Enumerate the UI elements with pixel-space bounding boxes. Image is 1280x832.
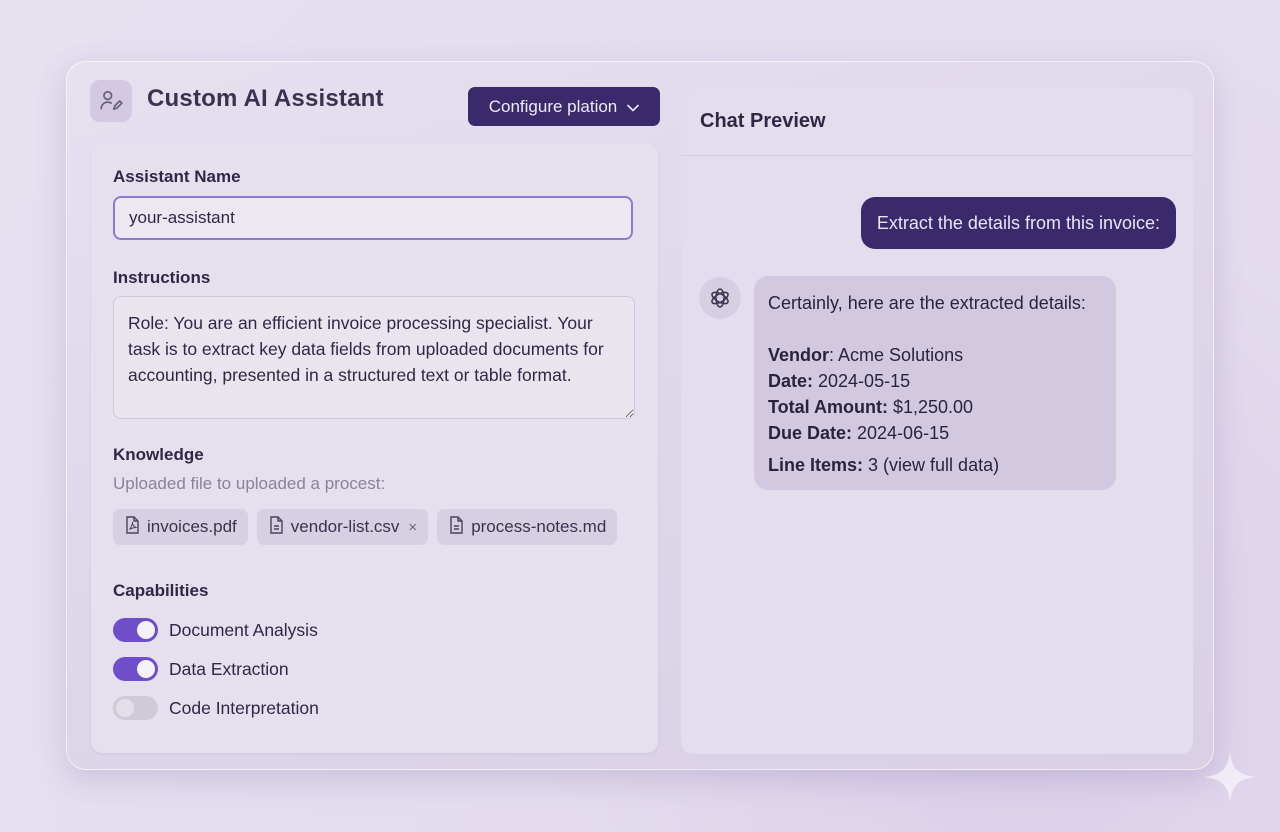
user-message: Extract the details from this invoice:	[860, 197, 1176, 249]
file-chip[interactable]: invoices.pdf	[113, 509, 248, 545]
remove-file-icon[interactable]: ×	[408, 519, 417, 536]
detail-row: Line Items: 3 (view full data)	[768, 452, 1102, 478]
detail-key: Date:	[768, 371, 814, 391]
detail-value: $1,250.00	[887, 397, 974, 417]
capabilities-label: Capabilities	[113, 581, 209, 600]
detail-value: 2024-05-15	[813, 371, 911, 391]
detail-key: Vendor	[768, 345, 830, 365]
sparkle-icon	[1202, 749, 1258, 810]
assistant-message: Certainly, here are the extracted detail…	[754, 276, 1116, 490]
capability-row: Code Interpretation	[113, 696, 319, 720]
configure-button-label: Configure plation	[488, 96, 618, 116]
assistant-builder-card: Custom AI Assistant Configure plation As…	[66, 61, 1214, 770]
assistant-name-label: Assistant Name	[113, 167, 241, 186]
assistant-intro: Certainly, here are the extracted detail…	[768, 293, 1086, 313]
capability-label: Document Analysis	[169, 619, 318, 640]
capability-row: Data Extraction	[113, 657, 289, 681]
config-panel: Assistant Name Instructions Role: You ar…	[91, 143, 658, 753]
chevron-down-icon	[627, 97, 640, 117]
document-icon	[269, 515, 284, 539]
detail-key: Total Amount:	[768, 397, 888, 417]
pdf-file-icon	[125, 515, 140, 539]
knowledge-label: Knowledge	[113, 445, 204, 464]
detail-key: Line Items:	[768, 455, 864, 475]
knowledge-subtitle: Uploaded file to uploaded a procest:	[113, 474, 386, 493]
user-edit-icon	[90, 80, 132, 122]
file-chip[interactable]: process-notes.md	[437, 509, 618, 545]
detail-row: Due Date: 2024-06-15	[768, 420, 1102, 446]
code-interpretation-toggle[interactable]	[113, 696, 158, 720]
file-name: vendor-list.csv	[290, 517, 400, 536]
data-extraction-toggle[interactable]	[113, 657, 158, 681]
chat-preview-panel: Chat Preview Extract the details from th…	[681, 88, 1193, 754]
knowledge-files: invoices.pdf vendor-list.csv × process-n…	[113, 509, 618, 545]
instructions-textarea[interactable]: Role: You are an efficient invoice proce…	[113, 296, 635, 419]
instructions-label: Instructions	[113, 268, 211, 287]
detail-value: 2024-06-15	[852, 423, 950, 443]
line-items-link[interactable]: 3 (view full data)	[863, 455, 999, 475]
detail-row: Total Amount: $1,250.00	[768, 394, 1102, 420]
file-chip[interactable]: vendor-list.csv ×	[256, 509, 429, 545]
detail-row: Vendor: Acme Solutions	[768, 342, 1102, 368]
file-name: process-notes.md	[471, 517, 607, 536]
document-icon	[449, 515, 464, 539]
chat-preview-title: Chat Preview	[681, 88, 1193, 156]
detail-row: Date: 2024-05-15	[768, 368, 1102, 394]
app-title: Custom AI Assistant	[147, 85, 384, 112]
capability-label: Code Interpretation	[169, 697, 319, 718]
file-name: invoices.pdf	[147, 517, 237, 536]
detail-key: Due Date:	[768, 423, 853, 443]
capability-label: Data Extraction	[169, 658, 289, 679]
assistant-name-input[interactable]	[113, 196, 633, 240]
document-analysis-toggle[interactable]	[113, 618, 158, 642]
configure-button[interactable]: Configure plation	[468, 87, 660, 126]
openai-logo-icon	[699, 277, 741, 319]
detail-value: Acme Solutions	[834, 345, 964, 365]
capability-row: Document Analysis	[113, 618, 318, 642]
